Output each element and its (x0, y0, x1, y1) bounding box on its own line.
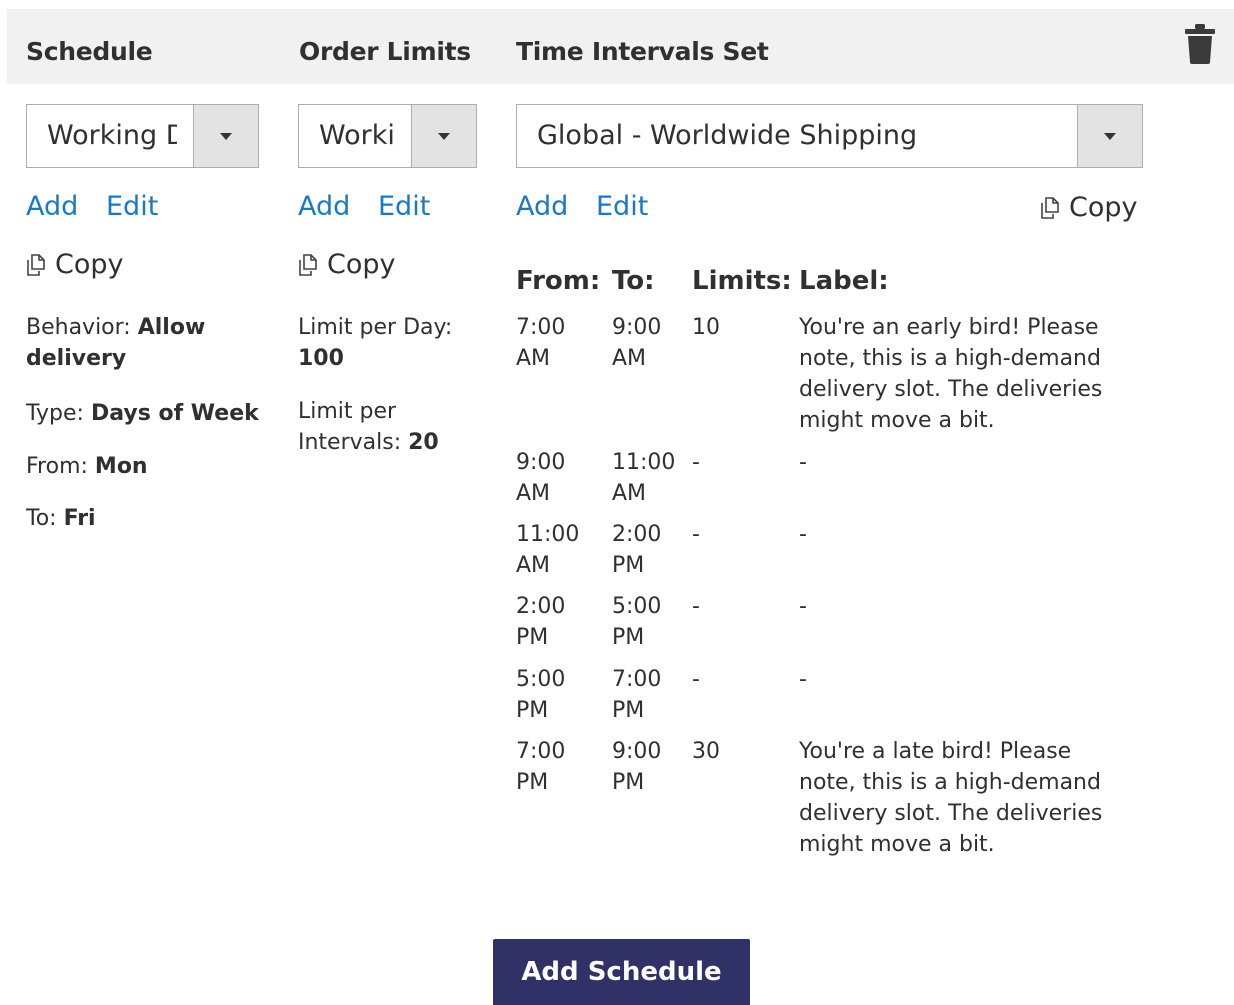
schedule-column-title: Schedule (26, 37, 153, 66)
schedule-type: Type: Days of Week (26, 398, 276, 429)
interval-limit: - (692, 522, 700, 547)
order-limits-column-title: Order Limits (299, 37, 471, 66)
interval-label: - (799, 667, 807, 692)
order-limits-select[interactable]: Worki (298, 104, 477, 168)
type-value: Days of Week (90, 401, 259, 426)
from-value: Mon (94, 454, 148, 479)
interval-limit: - (692, 594, 700, 619)
schedule-select[interactable]: Working D (26, 104, 259, 168)
column-header-from: From: (516, 266, 601, 296)
order-limits-select-value: Worki (319, 120, 393, 151)
copy-icon (299, 254, 317, 276)
copy-icon (27, 254, 45, 276)
chevron-down-icon[interactable] (193, 105, 258, 167)
interval-limit: - (692, 450, 700, 475)
interval-label: You're a late bird! Please note, this is… (799, 739, 1103, 857)
interval-to: 11:00 AM (612, 450, 676, 506)
order-limits-edit-link[interactable]: Edit (378, 191, 430, 222)
interval-limit: - (692, 667, 700, 692)
limit-per-intervals-value: 20 (408, 430, 439, 455)
interval-from: 11:00 AM (516, 522, 580, 578)
time-intervals-add-link[interactable]: Add (516, 191, 568, 222)
interval-from: 5:00 PM (516, 667, 566, 723)
interval-label: - (799, 450, 807, 475)
limit-per-day-label: Limit per Day: (298, 315, 453, 340)
interval-to: 9:00 AM (612, 315, 662, 371)
copy-label: Copy (327, 249, 396, 280)
from-label: From: (26, 454, 95, 479)
trash-icon[interactable] (1184, 24, 1216, 64)
copy-label: Copy (55, 249, 124, 280)
column-header-limits: Limits: (692, 266, 792, 296)
schedule-select-value: Working D (47, 120, 177, 151)
behavior-label: Behavior: (26, 315, 138, 340)
limit-per-intervals: Limit per Intervals: 20 (298, 396, 488, 458)
chevron-down-icon[interactable] (411, 105, 476, 167)
limit-per-day-value: 100 (298, 346, 344, 371)
interval-label: - (799, 522, 807, 547)
interval-to: 2:00 PM (612, 522, 662, 578)
interval-from: 7:00 PM (516, 739, 566, 795)
to-label: To: (26, 506, 64, 531)
schedule-to: To: Fri (26, 503, 276, 534)
time-intervals-column-title: Time Intervals Set (516, 37, 769, 66)
limit-per-day: Limit per Day: 100 (298, 312, 488, 374)
schedule-from: From: Mon (26, 451, 276, 482)
interval-from: 7:00 AM (516, 315, 566, 371)
schedule-copy-button[interactable]: Copy (26, 249, 124, 280)
schedule-behavior: Behavior: Allow delivery (26, 312, 276, 374)
order-limits-add-link[interactable]: Add (298, 191, 350, 222)
order-limits-copy-button[interactable]: Copy (298, 249, 396, 280)
copy-icon (1041, 197, 1059, 219)
time-intervals-select[interactable]: Global - Worldwide Shipping (516, 104, 1143, 168)
copy-label: Copy (1069, 192, 1138, 223)
time-intervals-copy-button[interactable]: Copy (1040, 192, 1138, 223)
column-header-label: Label: (799, 266, 889, 296)
interval-to: 5:00 PM (612, 594, 662, 650)
to-value: Fri (63, 506, 96, 531)
grid-header: Schedule Order Limits Time Intervals Set (7, 9, 1234, 84)
schedule-edit-link[interactable]: Edit (106, 191, 158, 222)
chevron-down-icon[interactable] (1077, 105, 1142, 167)
column-header-to: To: (612, 266, 655, 296)
interval-limit: 10 (692, 315, 720, 340)
interval-to: 7:00 PM (612, 667, 662, 723)
interval-label: - (799, 594, 807, 619)
interval-from: 2:00 PM (516, 594, 566, 650)
interval-label: You're an early bird! Please note, this … (799, 315, 1103, 433)
time-intervals-edit-link[interactable]: Edit (596, 191, 648, 222)
type-label: Type: (26, 401, 91, 426)
interval-to: 9:00 PM (612, 739, 662, 795)
time-intervals-select-value: Global - Worldwide Shipping (537, 120, 918, 151)
limit-per-intervals-label: Limit per Intervals: (298, 399, 409, 455)
interval-limit: 30 (692, 739, 720, 764)
add-schedule-button[interactable]: Add Schedule (493, 939, 750, 1005)
interval-from: 9:00 AM (516, 450, 566, 506)
schedule-add-link[interactable]: Add (26, 191, 78, 222)
